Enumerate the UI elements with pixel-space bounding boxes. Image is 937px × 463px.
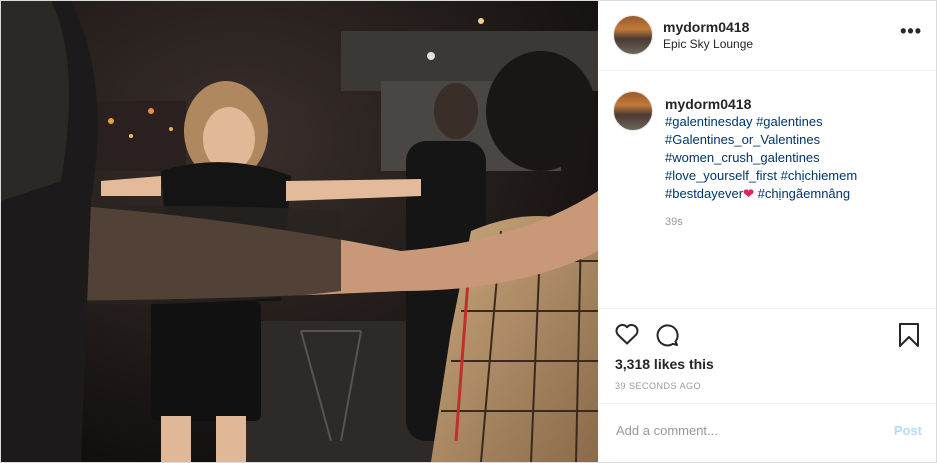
post-timestamp[interactable]: 39 SECONDS AGO [615,381,701,391]
post-header: mydorm0418 Epic Sky Lounge ••• [599,1,936,71]
add-comment-bar: Post [599,403,936,461]
post-button[interactable]: Post [894,423,922,438]
caption-text: #galentinesday #galentines #Galentines_o… [665,113,915,203]
header-username[interactable]: mydorm0418 [663,19,749,35]
party-photo-image [1,1,598,462]
hashtag-line[interactable]: #women_crush_galentines [665,149,915,167]
likes-count[interactable]: 3,318 likes this [615,356,714,372]
more-options-icon[interactable]: ••• [900,21,922,42]
post-photo[interactable] [1,1,598,462]
hashtag-line-last: #bestdayever❤ #chịngãemnâng [665,185,915,203]
hashtag-line[interactable]: #love_yourself_first #chịchiemem [665,167,915,185]
avatar[interactable] [613,15,653,55]
bookmark-icon[interactable] [898,322,920,353]
hashtag-bestdayever[interactable]: #bestdayever [665,186,743,201]
post-actions: 3,318 likes this 39 SECONDS AGO [599,308,936,404]
location-link[interactable]: Epic Sky Lounge [663,37,753,51]
hashtag-line[interactable]: #Galentines_or_Valentines [665,131,915,149]
instagram-post: mydorm0418 Epic Sky Lounge ••• mydorm041… [0,0,937,463]
comment-input[interactable] [614,422,868,439]
post-sidebar: mydorm0418 Epic Sky Lounge ••• mydorm041… [599,1,936,462]
hashtag-chingaemnang[interactable]: #chịngãemnâng [758,186,851,201]
heart-icon[interactable] [615,323,639,350]
comment-icon[interactable] [655,323,679,352]
caption-avatar[interactable] [613,91,653,131]
hashtag-line[interactable]: #galentinesday #galentines [665,113,915,131]
heart-emoji: ❤ [743,186,754,201]
comment-age: 39s [665,216,683,228]
caption-username[interactable]: mydorm0418 [665,96,751,112]
